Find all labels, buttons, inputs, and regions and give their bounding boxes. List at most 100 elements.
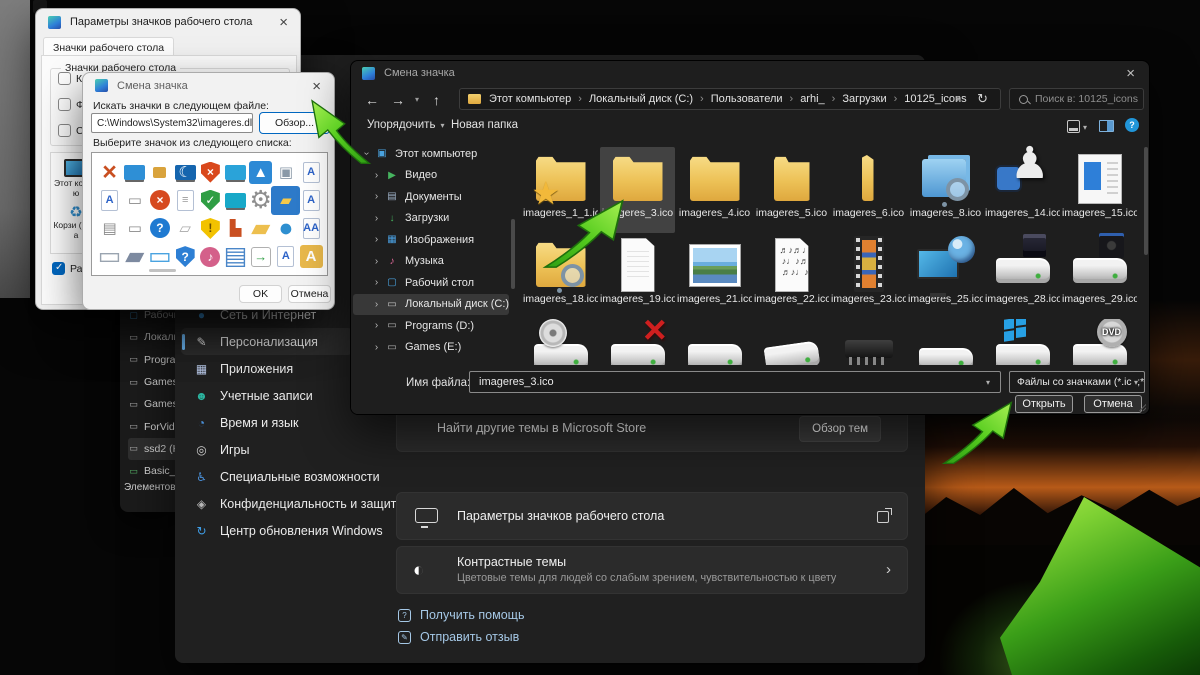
new-folder-button[interactable]: Новая папка <box>451 119 518 131</box>
desktop-icon-settings-card[interactable]: Параметры значков рабочего стола <box>396 492 908 540</box>
grid-scrollbar[interactable] <box>1144 147 1148 255</box>
dialog-titlebar[interactable]: Смена значка <box>351 61 1149 85</box>
file-tile[interactable]: imageres_25.ico <box>908 233 983 319</box>
ok-button[interactable]: OK <box>239 285 282 303</box>
forward-icon[interactable]: → <box>391 92 405 108</box>
settings-sidebar-item[interactable]: ◔ Время и язык <box>181 409 353 436</box>
file-tile[interactable]: imageres_8.ico <box>908 147 983 233</box>
send-feedback-link[interactable]: ✎ Отправить отзыв <box>398 630 519 644</box>
sidebar-item[interactable]: ▭ Games ( <box>128 371 180 393</box>
sidebar-item[interactable]: ▭ Локаль <box>128 326 180 348</box>
file-tile[interactable]: imageres_6.ico <box>831 147 906 233</box>
breadcrumb-segment[interactable]: Локальный диск (C:) › <box>589 93 711 105</box>
system-icon[interactable]: ▭ <box>123 217 146 240</box>
settings-sidebar-item[interactable]: ✎ Персонализация <box>181 328 353 355</box>
dialog-titlebar[interactable]: Параметры значков рабочего стола <box>36 9 300 35</box>
file-tile[interactable]: imageres_1_1.ico <box>523 147 598 233</box>
tree-item[interactable]: › ▶ Видео <box>353 165 509 187</box>
organize-menu[interactable]: Упорядочить▾ <box>367 119 444 131</box>
system-icon[interactable]: ▙ <box>224 217 247 240</box>
get-help-link[interactable]: ? Получить помощь <box>398 608 524 622</box>
tree-item[interactable]: › ♪ Музыка <box>353 251 509 273</box>
breadcrumb-segment[interactable]: Загрузки › <box>842 93 904 105</box>
close-icon[interactable]: × <box>1126 65 1135 82</box>
file-tile[interactable] <box>754 319 829 367</box>
address-dropdown-icon[interactable]: ▾ <box>955 94 960 105</box>
system-icon[interactable]: ▣ <box>274 161 297 184</box>
help-icon[interactable]: ? <box>1125 118 1139 132</box>
file-tile[interactable] <box>523 319 598 367</box>
resize-grip[interactable] <box>1138 403 1146 411</box>
refresh-icon[interactable]: ↻ <box>977 91 988 107</box>
system-icon[interactable]: ? <box>176 246 195 267</box>
browse-themes-button[interactable]: Обзор тем <box>799 416 881 442</box>
sidebar-item[interactable]: ▭ Program <box>128 349 180 371</box>
contrast-themes-card[interactable]: ◐ Контрастные темы Цветовые темы для люд… <box>396 546 908 594</box>
tree-item[interactable]: › ▤ Документы <box>353 186 509 208</box>
system-icon[interactable]: ≡ <box>177 190 194 211</box>
tree-chevron-icon[interactable]: › <box>371 256 382 267</box>
search-input[interactable]: Поиск в: 10125_icons <box>1009 88 1144 110</box>
tree-item[interactable]: › ↓ Загрузки <box>353 208 509 230</box>
chevron-down-icon[interactable]: ▾ <box>1083 123 1087 132</box>
file-tile[interactable]: imageres_19.ico <box>600 233 675 319</box>
history-chevron-icon[interactable]: ▾ <box>415 95 419 104</box>
checkbox[interactable] <box>58 72 71 85</box>
tree-item[interactable]: › ▦ Изображения <box>353 229 509 251</box>
tree-chevron-icon[interactable]: › <box>371 213 382 224</box>
system-icon[interactable]: ? <box>150 218 170 238</box>
system-icon[interactable]: AA <box>303 218 320 239</box>
system-icon[interactable]: ▰ <box>249 217 272 240</box>
system-icon[interactable]: × <box>150 190 170 210</box>
icon-file-path-input[interactable]: C:\Windows\System32\imageres.dll <box>91 113 253 133</box>
file-tile[interactable]: imageres_5.ico <box>754 147 829 233</box>
system-icon[interactable]: A <box>101 190 118 211</box>
settings-sidebar-item[interactable]: ◈ Конфиденциальность и защита <box>181 490 353 517</box>
system-icon[interactable]: → <box>251 247 271 267</box>
system-icon[interactable]: ! <box>201 218 220 239</box>
tab-desktop-icons[interactable]: Значки рабочего стола <box>43 37 174 57</box>
tree-chevron-icon[interactable]: › <box>371 191 382 202</box>
filetype-select[interactable]: Файлы со значками (*.ico;*.icl ▾ <box>1009 371 1145 393</box>
tree-chevron-icon[interactable]: › <box>371 170 382 181</box>
file-tile[interactable]: imageres_4.ico <box>677 147 752 233</box>
dialog-titlebar[interactable]: Смена значка <box>83 73 334 98</box>
system-icon[interactable]: ▲ <box>249 161 272 184</box>
system-icon[interactable] <box>124 165 145 180</box>
file-tile[interactable]: imageres_15.ico <box>1062 147 1137 233</box>
browse-button[interactable]: Обзор... <box>259 112 330 134</box>
breadcrumb-segment[interactable]: arhi_ › <box>800 93 842 105</box>
system-icon[interactable] <box>225 165 246 180</box>
layout-view-icon[interactable] <box>1067 120 1080 133</box>
close-icon[interactable]: × <box>312 79 321 94</box>
settings-sidebar-item[interactable]: ▦ Приложения <box>181 355 353 382</box>
system-icon[interactable] <box>153 167 166 178</box>
filename-input[interactable]: imageres_3.ico ▾ <box>469 371 1001 393</box>
system-icon[interactable]: A <box>277 246 294 267</box>
file-tile[interactable]: imageres_28.ico <box>985 233 1060 319</box>
system-icon[interactable]: ▭ <box>123 189 146 212</box>
tree-chevron-icon[interactable]: › <box>361 148 372 159</box>
sidebar-item[interactable]: ▭ Games_ <box>128 393 180 415</box>
tree-scrollbar[interactable] <box>511 219 515 289</box>
system-icon[interactable]: ● <box>274 217 297 240</box>
system-icon[interactable]: A <box>303 190 320 211</box>
system-icon[interactable]: ⚙ <box>249 189 272 212</box>
system-icon[interactable]: ▱ <box>174 217 197 240</box>
tree-chevron-icon[interactable]: › <box>371 234 382 245</box>
settings-sidebar-item[interactable]: ↻ Центр обновления Windows <box>181 517 353 544</box>
up-icon[interactable]: ↑ <box>433 92 440 108</box>
tree-item[interactable]: › ▣ Этот компьютер <box>353 143 509 165</box>
file-tile[interactable] <box>1062 319 1137 367</box>
preview-pane-icon[interactable] <box>1099 120 1114 132</box>
open-button[interactable]: Открыть <box>1015 395 1073 413</box>
file-tile[interactable]: imageres_3.ico <box>600 147 675 233</box>
cancel-button[interactable]: Отмена <box>1084 395 1142 413</box>
tree-chevron-icon[interactable]: › <box>371 277 382 288</box>
file-tile[interactable]: imageres_22.ico <box>754 233 829 319</box>
settings-sidebar-item[interactable]: ☻ Учетные записи <box>181 382 353 409</box>
tree-chevron-icon[interactable]: › <box>371 320 382 331</box>
system-icon[interactable]: A <box>300 245 323 268</box>
breadcrumb-segment[interactable]: Этот компьютер › <box>489 93 589 105</box>
system-icon[interactable] <box>225 193 246 208</box>
